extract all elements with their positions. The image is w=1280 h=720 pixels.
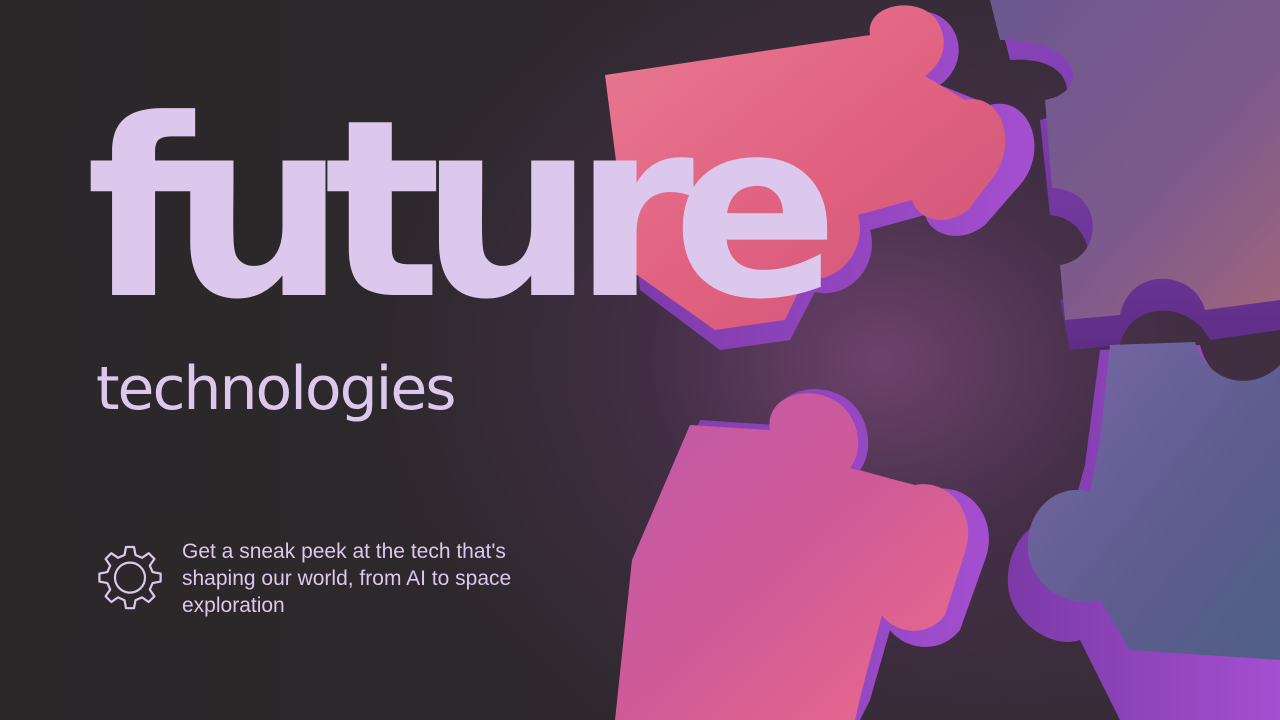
feature-description: Get a sneak peek at the tech that's shap… xyxy=(182,540,512,617)
hero-subtitle: technologies xyxy=(96,354,456,424)
hero-title: future xyxy=(86,68,839,354)
puzzle-piece-bottom-left xyxy=(615,389,989,720)
puzzle-piece-bottom-right xyxy=(1007,342,1280,720)
puzzle-piece-top-right xyxy=(990,0,1280,350)
gear-icon xyxy=(98,545,162,610)
slide: future technologies Get a sneak peek at … xyxy=(0,0,1280,720)
